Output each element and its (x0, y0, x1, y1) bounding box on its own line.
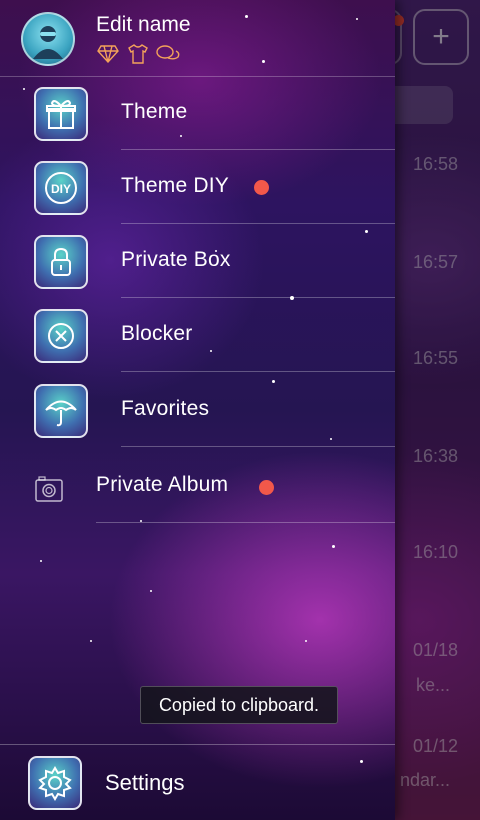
menu-item-private-box[interactable]: Private Box (0, 224, 395, 298)
new-badge-dot (254, 180, 269, 195)
divider (121, 371, 395, 372)
tshirt-icon (126, 43, 150, 65)
profile-header[interactable]: Edit name (0, 0, 395, 80)
divider (121, 446, 395, 447)
menu-item-blocker[interactable]: Blocker (0, 298, 395, 372)
divider (96, 522, 395, 523)
camera-icon (35, 476, 63, 502)
menu-label: Theme (121, 100, 188, 123)
lock-icon (34, 235, 88, 289)
gift-icon (34, 87, 88, 141)
profile-name[interactable]: Edit name (96, 13, 191, 37)
chat-bubbles-icon (156, 43, 180, 65)
menu-label: Private Box (121, 248, 231, 271)
profile-badges (96, 43, 180, 65)
svg-text:DIY: DIY (51, 182, 71, 196)
new-badge-dot (259, 480, 274, 495)
drawer-scrim[interactable] (395, 0, 480, 820)
toast-message: Copied to clipboard. (140, 686, 338, 724)
menu-label: Theme DIY (121, 174, 229, 197)
gear-icon[interactable] (28, 756, 82, 810)
menu-item-theme-diy[interactable]: DIY Theme DIY (0, 150, 395, 224)
person-avatar-icon[interactable] (21, 12, 75, 66)
diamond-icon (96, 43, 120, 65)
diy-icon: DIY (34, 161, 88, 215)
menu-label: Blocker (121, 322, 193, 345)
menu-label: Favorites (121, 397, 210, 420)
navigation-drawer: Edit name Theme DIY Theme DIY Private Bo… (0, 0, 395, 820)
menu-item-favorites[interactable]: Favorites (0, 373, 395, 447)
settings-label[interactable]: Settings (105, 770, 185, 796)
umbrella-icon (34, 384, 88, 438)
divider (0, 744, 395, 745)
menu-item-theme[interactable]: Theme (0, 76, 395, 150)
menu-label: Private Album (96, 473, 229, 496)
block-icon (34, 309, 88, 363)
